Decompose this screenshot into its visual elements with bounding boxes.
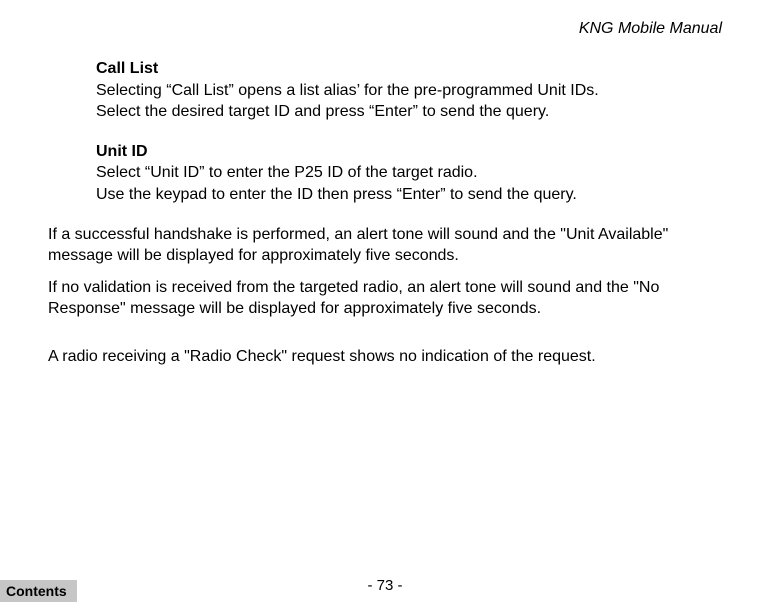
call-list-body: Selecting “Call List” opens a list alias…	[96, 80, 712, 123]
call-list-line2: Select the desired target ID and press “…	[96, 101, 712, 123]
call-list-section: Call List Selecting “Call List” opens a …	[96, 58, 712, 123]
no-response-paragraph: If no validation is received from the ta…	[48, 277, 722, 320]
unit-id-section: Unit ID Select “Unit ID” to enter the P2…	[96, 141, 712, 206]
receiving-paragraph: A radio receiving a "Radio Check" reques…	[48, 346, 722, 368]
call-list-line1: Selecting “Call List” opens a list alias…	[96, 80, 712, 102]
unit-id-heading: Unit ID	[96, 141, 712, 163]
page-number: - 73 -	[0, 576, 770, 596]
success-paragraph: If a successful handshake is performed, …	[48, 224, 722, 267]
unit-id-body: Select “Unit ID” to enter the P25 ID of …	[96, 162, 712, 205]
unit-id-line1: Select “Unit ID” to enter the P25 ID of …	[96, 162, 712, 184]
page-content: Call List Selecting “Call List” opens a …	[48, 58, 722, 378]
call-list-heading: Call List	[96, 58, 712, 80]
running-header: KNG Mobile Manual	[579, 18, 722, 40]
contents-button[interactable]: Contents	[0, 580, 77, 602]
unit-id-line2: Use the keypad to enter the ID then pres…	[96, 184, 712, 206]
